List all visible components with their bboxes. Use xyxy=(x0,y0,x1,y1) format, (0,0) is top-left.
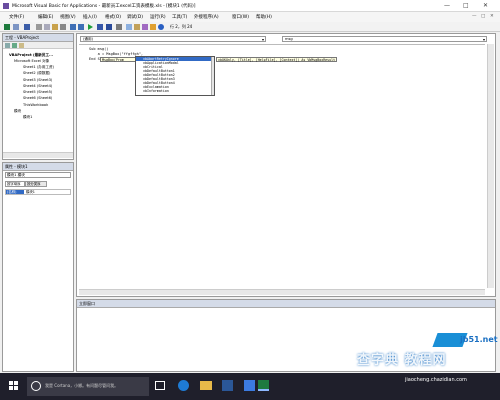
object-dropdown[interactable]: (通用) ▾ xyxy=(80,36,266,42)
edge-icon[interactable] xyxy=(178,380,189,391)
tree-modules[interactable]: 模块 xyxy=(14,109,21,114)
property-name: (名称) xyxy=(6,190,24,194)
object-browser-icon[interactable] xyxy=(142,24,148,30)
object-dropdown-value: (通用) xyxy=(83,37,93,41)
help-icon[interactable] xyxy=(158,24,164,30)
redo-icon[interactable] xyxy=(78,24,84,30)
save-icon[interactable] xyxy=(24,24,30,30)
tree-sheet2[interactable]: Sheet2 (原数据) xyxy=(23,71,50,76)
excel-icon[interactable] xyxy=(258,380,269,391)
properties-window: 属性 - 模块1 模块1 模块 按字母序 按分类序 (名称) 模块1 xyxy=(2,162,74,372)
cortana-search-text: 我是 Cortana，小娜。有问题尽管问我。 xyxy=(45,383,119,388)
chevron-down-icon: ▾ xyxy=(482,37,485,42)
copy-icon[interactable] xyxy=(44,24,50,30)
design-mode-icon[interactable] xyxy=(116,24,122,30)
project-explorer-title: 工程 - VBAProject xyxy=(3,34,73,42)
menu-insert[interactable]: 插入(I) xyxy=(83,14,97,20)
reset-icon[interactable] xyxy=(106,24,112,30)
tree-sheet3[interactable]: Sheet3 (Sheet3) xyxy=(23,78,52,82)
watermark: jb51.net 查字典 教程网 jiaocheng.chazidian.com xyxy=(355,333,500,400)
menu-debug[interactable]: 调试(D) xyxy=(127,14,143,20)
excel-view-icon[interactable] xyxy=(4,24,10,30)
tree-sheet5[interactable]: Sheet5 (Sheet5) xyxy=(23,90,52,94)
menu-help[interactable]: 帮助(H) xyxy=(256,14,272,20)
tree-sheet1[interactable]: Sheet1 (办用工资) xyxy=(23,65,54,70)
menu-format[interactable]: 格式(O) xyxy=(105,14,121,20)
toolbox-icon[interactable] xyxy=(150,24,156,30)
inner-close-button[interactable]: ✕ xyxy=(490,14,494,19)
title-bar: Microsoft Visual Basic for Applications … xyxy=(0,0,500,12)
view-object-icon[interactable] xyxy=(12,43,17,48)
close-button[interactable]: ✕ xyxy=(483,2,488,9)
inner-restore-button[interactable]: □ xyxy=(481,14,485,19)
find-icon[interactable] xyxy=(60,24,66,30)
tree-thisworkbook[interactable]: ThisWorkbook xyxy=(23,103,48,107)
tab-alphabetic[interactable]: 按字母序 xyxy=(5,181,25,187)
tree-excel-objects[interactable]: Microsoft Excel 对象 xyxy=(14,59,49,64)
code-line-1: Sub msg() xyxy=(89,47,109,51)
insert-icon[interactable] xyxy=(13,24,19,30)
search-icon xyxy=(31,381,41,391)
view-code-icon[interactable] xyxy=(5,43,10,48)
inner-minimize-button[interactable]: — xyxy=(472,14,477,19)
code-editor[interactable]: Sub msg() a = MsgBox("ffgffgh", End Sub … xyxy=(79,44,485,288)
cortana-search-box[interactable]: 我是 Cortana，小娜。有问题尽管问我。 xyxy=(27,377,149,396)
properties-title: 属性 - 模块1 xyxy=(3,163,73,171)
property-value[interactable]: 模块1 xyxy=(26,190,35,194)
paste-icon[interactable] xyxy=(52,24,58,30)
watermark-site2: jb51.net xyxy=(460,335,498,344)
property-row-name[interactable]: (名称) 模块1 xyxy=(5,189,71,195)
code-window: (通用) ▾ msg ▾ Sub msg() a = MsgBox("ffgff… xyxy=(76,33,496,297)
minimize-button[interactable]: — xyxy=(444,2,450,9)
menu-addins[interactable]: 外接程序(A) xyxy=(194,14,219,20)
immediate-title: 立即窗口 xyxy=(77,300,495,308)
task-view-icon[interactable] xyxy=(155,381,165,390)
menu-bar: 文件(F) 编辑(E) 视图(V) 插入(I) 格式(O) 调试(D) 运行(R… xyxy=(0,12,500,22)
break-icon[interactable] xyxy=(97,24,103,30)
object-combo[interactable]: 模块1 模块 xyxy=(5,172,71,178)
maximize-button[interactable]: □ xyxy=(463,2,469,9)
menu-file[interactable]: 文件(F) xyxy=(9,14,24,20)
word-icon[interactable] xyxy=(222,380,233,391)
menu-edit[interactable]: 编辑(E) xyxy=(38,14,53,20)
quick-info-tip: vbOKOnly, [Title], [HelpFile], [Context]… xyxy=(216,57,338,62)
menu-window[interactable]: 窗口(W) xyxy=(232,14,249,20)
cut-icon[interactable] xyxy=(36,24,42,30)
ac-item-9[interactable]: vbInformation xyxy=(143,89,169,93)
chevron-down-icon: ▾ xyxy=(261,37,264,42)
undo-icon[interactable] xyxy=(70,24,76,30)
tree-module1[interactable]: 模块1 xyxy=(23,115,32,120)
watermark-main: 查字典 教程网 xyxy=(357,353,447,368)
code-hscrollbar[interactable] xyxy=(79,289,485,295)
menu-tools[interactable]: 工具(T) xyxy=(172,14,187,20)
watermark-site: jiaocheng.chazidian.com xyxy=(405,377,467,383)
menu-run[interactable]: 运行(R) xyxy=(150,14,166,20)
code-vscrollbar[interactable] xyxy=(487,44,494,288)
cursor-position: 行 2，列 24 xyxy=(170,24,193,29)
explorer-icon[interactable] xyxy=(200,381,212,390)
tree-vbaproject[interactable]: VBAProject (最新员工... xyxy=(9,53,53,58)
window-title: Microsoft Visual Basic for Applications … xyxy=(12,4,196,9)
project-hscrollbar[interactable] xyxy=(3,152,73,158)
project-toolbar xyxy=(3,42,73,49)
windows-start-icon[interactable] xyxy=(9,381,19,391)
run-icon[interactable] xyxy=(88,24,93,30)
project-explorer-icon[interactable] xyxy=(126,24,132,30)
procedure-dropdown-value: msg xyxy=(285,37,293,41)
store-icon[interactable] xyxy=(244,380,255,391)
toolbar: 行 2，列 24 xyxy=(0,22,500,32)
autocomplete-list[interactable]: vbAbortRetryIgnore vbApplicationModal vb… xyxy=(135,56,215,96)
properties-icon[interactable] xyxy=(134,24,140,30)
procedure-dropdown[interactable]: msg ▾ xyxy=(282,36,487,42)
tab-categorized[interactable]: 按分类序 xyxy=(25,181,47,187)
menu-view[interactable]: 视图(V) xyxy=(60,14,76,20)
toggle-folders-icon[interactable] xyxy=(19,43,24,48)
tree-sheet6[interactable]: Sheet6 (Sheet6) xyxy=(23,96,52,100)
autocomplete-scrollbar[interactable] xyxy=(211,57,214,95)
project-explorer: 工程 - VBAProject VBAProject (最新员工... Micr… xyxy=(2,33,74,160)
app-icon xyxy=(3,3,9,9)
tree-sheet4[interactable]: Sheet4 (Sheet4) xyxy=(23,84,52,88)
